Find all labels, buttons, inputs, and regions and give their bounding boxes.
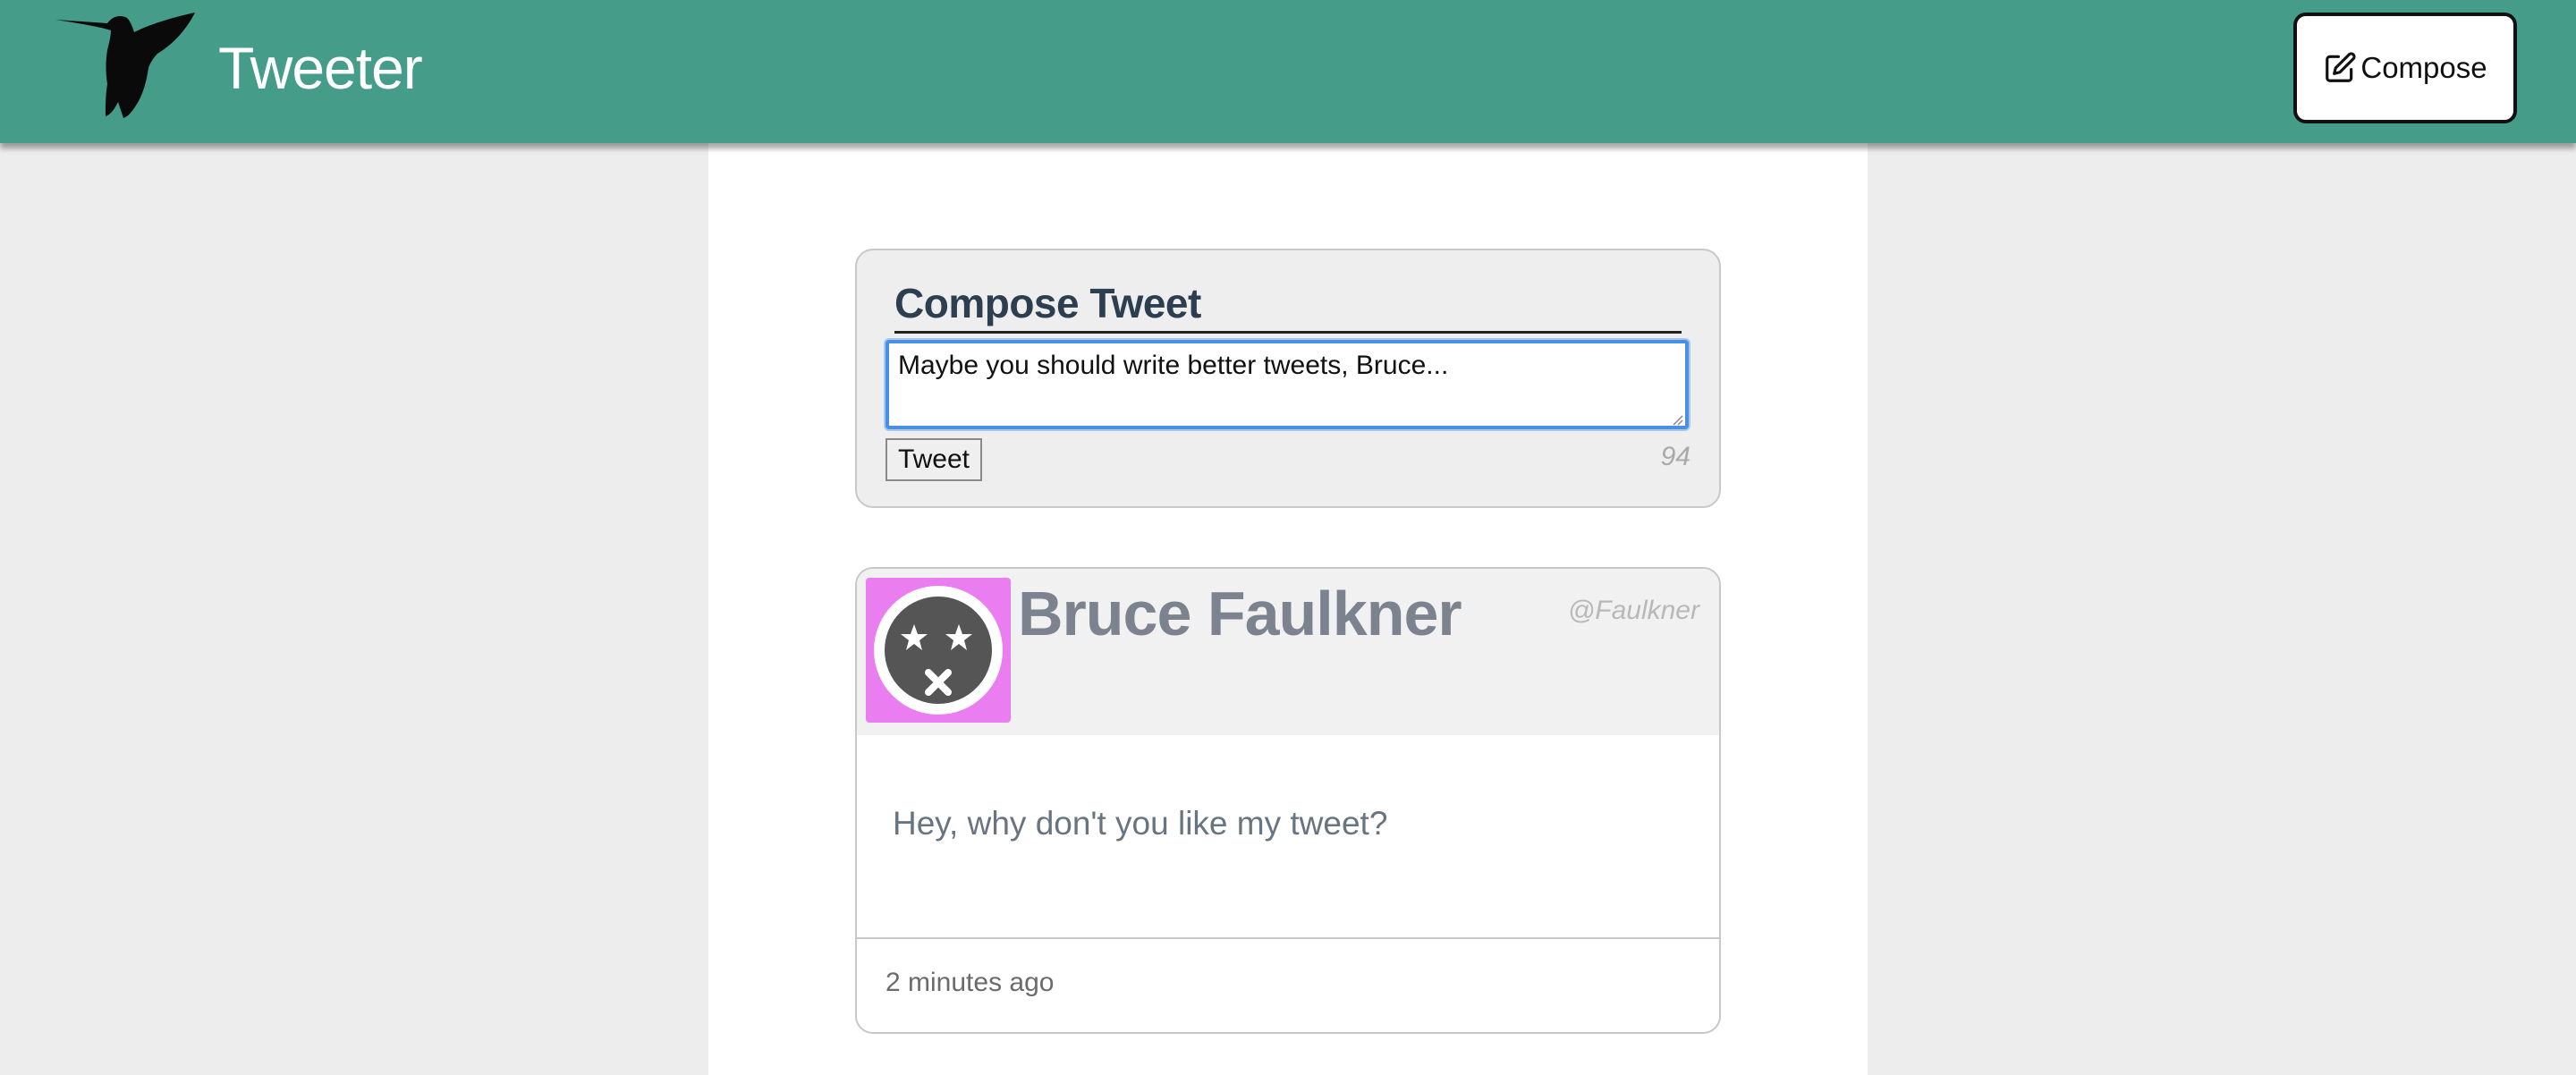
tweet-author-handle: @Faulkner (1567, 596, 1699, 625)
compose-button[interactable]: Compose (2293, 13, 2517, 123)
avatar (866, 578, 1011, 723)
tweet-timestamp: 2 minutes ago (886, 968, 1055, 997)
top-navbar: Tweeter Compose (0, 0, 2576, 143)
dizzy-face-icon (874, 586, 1003, 715)
main-container: Compose Tweet Maybe you should write bet… (708, 143, 1868, 1075)
tweet-card: Bruce Faulkner @Faulkner Hey, why don't … (855, 567, 1721, 1034)
tweet-footer: 2 minutes ago (857, 937, 1719, 1032)
hummingbird-icon[interactable] (55, 13, 204, 118)
tweet-content: Hey, why don't you like my tweet? (893, 805, 1388, 842)
tweet-header: Bruce Faulkner @Faulkner (857, 569, 1719, 735)
character-counter: 94 (1660, 442, 1690, 471)
brand-title[interactable]: Tweeter (218, 30, 423, 106)
tweet-textarea[interactable]: Maybe you should write better tweets, Br… (886, 340, 1689, 429)
tweet-author-name: Bruce Faulkner (1018, 579, 1462, 648)
resize-grip-icon[interactable] (1669, 411, 1683, 426)
compose-button-label: Compose (2360, 51, 2487, 84)
compose-tweet-heading: Compose Tweet (894, 277, 1682, 334)
compose-tweet-panel: Compose Tweet Maybe you should write bet… (855, 249, 1721, 508)
tweet-submit-button[interactable]: Tweet (886, 438, 982, 481)
edit-icon (2326, 52, 2356, 82)
